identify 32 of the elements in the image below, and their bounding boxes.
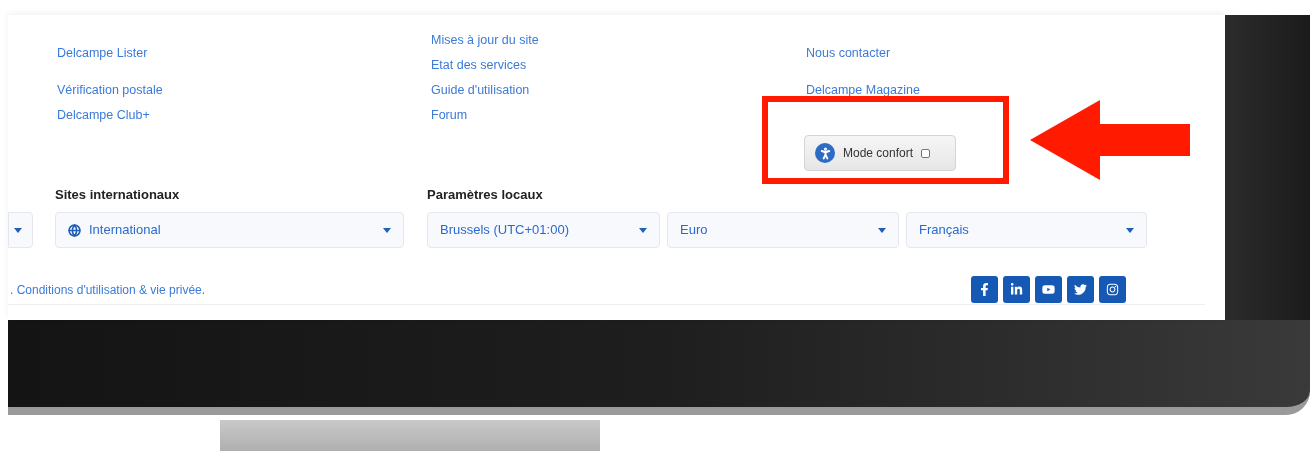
footer-link[interactable]: Nous contacter (806, 41, 891, 66)
youtube-icon[interactable] (1035, 276, 1062, 303)
linkedin-icon[interactable] (1003, 276, 1030, 303)
arrow-icon (1030, 100, 1190, 180)
footer-link[interactable]: Forum (431, 103, 468, 128)
dropdown-field[interactable]: Français (906, 212, 1147, 248)
globe-icon (68, 223, 81, 237)
twitter-icon[interactable] (1067, 276, 1094, 303)
footer-link[interactable]: Delcampe Magazine (806, 78, 920, 103)
dropdown-field[interactable]: International (55, 212, 404, 248)
caret-icon (639, 227, 647, 233)
footer-link[interactable]: Guide d'utilisation (431, 78, 530, 103)
footer-link[interactable]: Delcampe Club+ (57, 103, 150, 128)
section-heading: Sites internationaux (55, 186, 181, 204)
dropdown-field[interactable]: Brussels (UTC+01:00) (427, 212, 660, 248)
footer-link[interactable]: Etat des services (431, 53, 527, 78)
footer-link[interactable]: Vérification postale (57, 78, 163, 103)
dropdown-field[interactable]: Euro (667, 212, 899, 248)
toggle-checkbox[interactable] (921, 148, 931, 158)
footer-link[interactable]: Mises à jour du site (431, 28, 539, 53)
caret-icon (383, 227, 391, 233)
caret-icon (878, 227, 886, 233)
footer-link[interactable]: Delcampe Lister (57, 41, 148, 66)
caret-icon (1126, 227, 1134, 233)
terms-link[interactable]: . Conditions d'utilisation & vie privée. (10, 280, 971, 299)
instagram-icon[interactable] (1099, 276, 1126, 303)
comfort-mode-button[interactable]: Mode confort (804, 135, 956, 171)
dropdown-field[interactable] (8, 212, 33, 248)
facebook-icon[interactable] (971, 276, 998, 303)
caret-icon (14, 227, 22, 233)
accessibility-icon (815, 143, 835, 163)
section-heading: Paramètres locaux (427, 186, 544, 204)
